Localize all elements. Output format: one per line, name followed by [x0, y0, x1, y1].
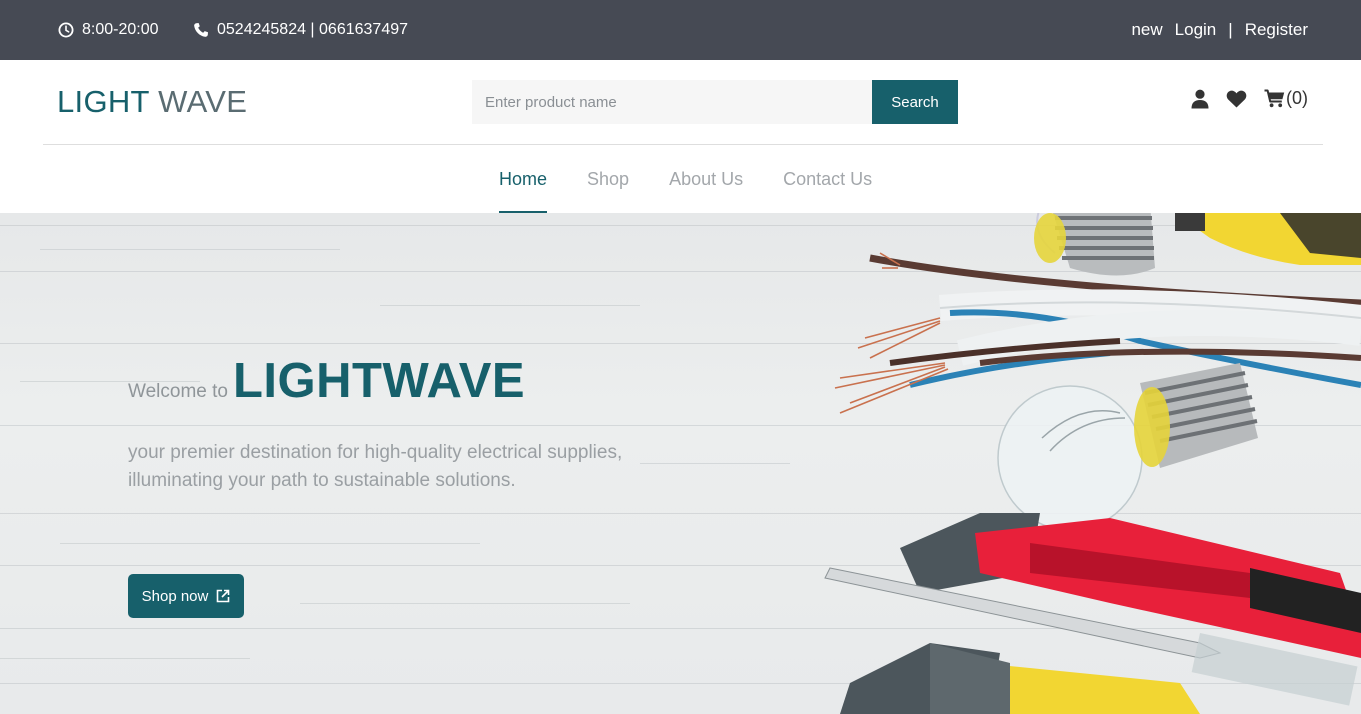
cart-button[interactable]: (0) — [1264, 88, 1308, 109]
external-link-icon — [217, 589, 230, 603]
hero-description: your premier destination for high-qualit… — [128, 442, 623, 491]
heart-icon — [1226, 90, 1247, 107]
opening-hours-text: 8:00-20:00 — [82, 21, 159, 38]
user-icon — [1191, 89, 1209, 108]
logo-part-wave: WAVE — [158, 84, 248, 119]
wishlist-button[interactable] — [1226, 90, 1247, 108]
nav-shop[interactable]: Shop — [587, 145, 629, 213]
hero-heading: Welcome to LIGHTWAVE — [128, 353, 525, 409]
separator: | — [1228, 20, 1233, 39]
main-nav: Home Shop About Us Contact Us — [0, 145, 1361, 213]
hero-image — [824, 213, 1361, 714]
login-link[interactable]: Login — [1175, 20, 1217, 40]
logo[interactable]: LIGHT WAVE — [57, 84, 247, 120]
shop-now-label: Shop now — [141, 587, 209, 605]
search-input[interactable] — [472, 80, 872, 124]
logo-part-light: LIGHT — [57, 84, 150, 119]
account-button[interactable] — [1191, 89, 1209, 109]
search-bar: Search — [472, 80, 958, 124]
phone-icon — [194, 23, 208, 37]
shop-now-button[interactable]: Shop now — [128, 574, 244, 618]
top-bar: 8:00-20:00 0524245824 | 0661637497 new L… — [0, 0, 1361, 60]
phone-numbers-text: 0524245824 | 0661637497 — [217, 21, 409, 38]
phone-numbers: 0524245824 | 0661637497 — [193, 0, 408, 60]
brand-heading: LIGHTWAVE — [232, 354, 526, 408]
nav-contact-us[interactable]: Contact Us — [783, 145, 872, 213]
clock-icon — [58, 22, 74, 38]
site-header: LIGHT WAVE Search (0) — [0, 60, 1361, 145]
header-actions: (0) — [1191, 88, 1308, 109]
hero-banner: Welcome to LIGHTWAVE your premier destin… — [0, 213, 1361, 714]
search-button[interactable]: Search — [872, 80, 958, 124]
nav-about-us[interactable]: About Us — [669, 145, 743, 213]
register-link[interactable]: Register — [1245, 20, 1308, 40]
welcome-text: Welcome to — [128, 381, 228, 402]
cart-icon — [1264, 89, 1285, 108]
opening-hours: 8:00-20:00 — [58, 0, 159, 60]
new-link[interactable]: new — [1131, 20, 1162, 40]
nav-home[interactable]: Home — [499, 145, 548, 213]
cart-count: (0) — [1286, 88, 1308, 108]
